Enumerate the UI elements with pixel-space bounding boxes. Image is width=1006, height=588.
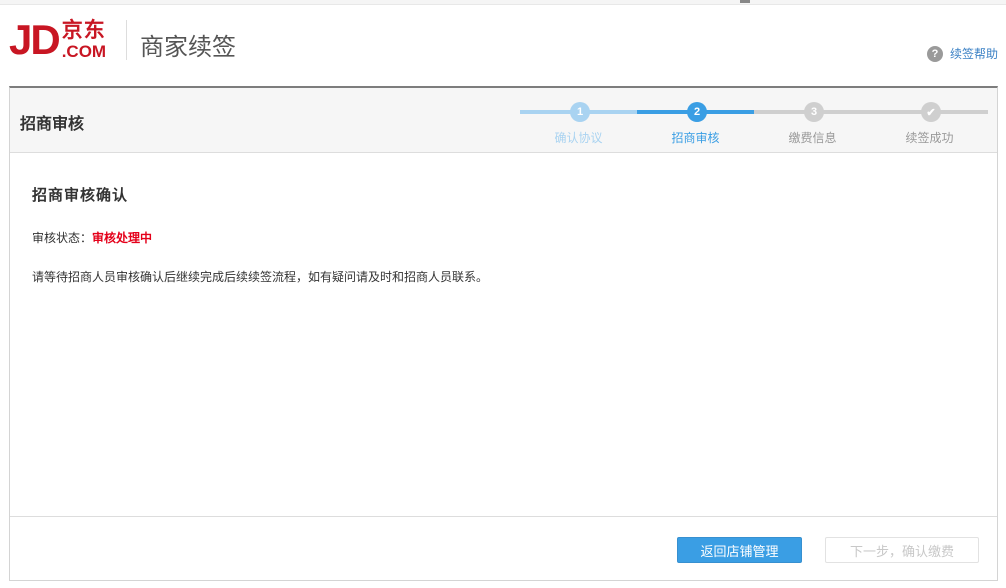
step-label: 招商审核 [671,131,720,145]
next-confirm-payment-button[interactable]: 下一步，确认缴费 [825,537,979,563]
logo-divider [126,20,127,60]
step-confirm-agreement: 1 确认协议 [520,100,637,145]
back-to-store-button[interactable]: 返回店铺管理 [677,537,802,563]
step-number: 3 [804,102,824,122]
panel-title: 招商审核 [20,114,85,133]
status-value: 审核处理中 [92,231,153,245]
question-icon: ? [926,45,943,62]
top-strip [0,0,1006,5]
progress-steps: 1 确认协议 2 招商审核 3 缴费信息 ✔ 续签成功 [520,100,988,145]
check-icon: ✔ [921,102,941,122]
notice-text: 请等待招商人员审核确认后继续完成后续续签流程，如有疑问请及时和招商人员联系。 [32,270,489,284]
logo-cn-block: 京东 .COM [61,18,107,61]
step-number: 1 [570,102,590,122]
step-label: 缴费信息 [788,131,837,145]
review-status: 审核状态：审核处理中 [32,229,152,246]
help-link-label: 续签帮助 [949,47,998,61]
help-link[interactable]: ? 续签帮助 [926,45,998,62]
review-content: 招商审核确认 审核状态：审核处理中 请等待招商人员审核确认后继续完成后续续签流程… [10,154,997,516]
step-merchant-review: 2 招商审核 [637,100,754,145]
section-heading: 招商审核确认 [32,186,129,204]
jd-logo[interactable]: JD 京东 .COM [9,18,106,62]
step-label: 续签成功 [905,131,954,145]
logo-cn-text: 京东 [61,18,106,42]
step-renewal-success: ✔ 续签成功 [871,100,988,145]
main-panel: 招商审核 1 确认协议 2 招商审核 3 缴费信息 ✔ 续签成功 招商审核确认 … [9,86,998,581]
step-number: 2 [687,102,707,122]
status-label: 审核状态： [32,231,93,245]
logo-com-text: .COM [61,42,107,61]
top-marker [740,0,750,3]
step-label: 确认协议 [554,131,603,145]
logo-jd-text: JD [9,16,61,63]
panel-footer: 返回店铺管理 下一步，确认缴费 [10,516,997,581]
page-title: 商家续签 [140,33,236,61]
panel-header: 招商审核 1 确认协议 2 招商审核 3 缴费信息 ✔ 续签成功 [10,88,997,153]
step-payment-info: 3 缴费信息 [754,100,871,145]
